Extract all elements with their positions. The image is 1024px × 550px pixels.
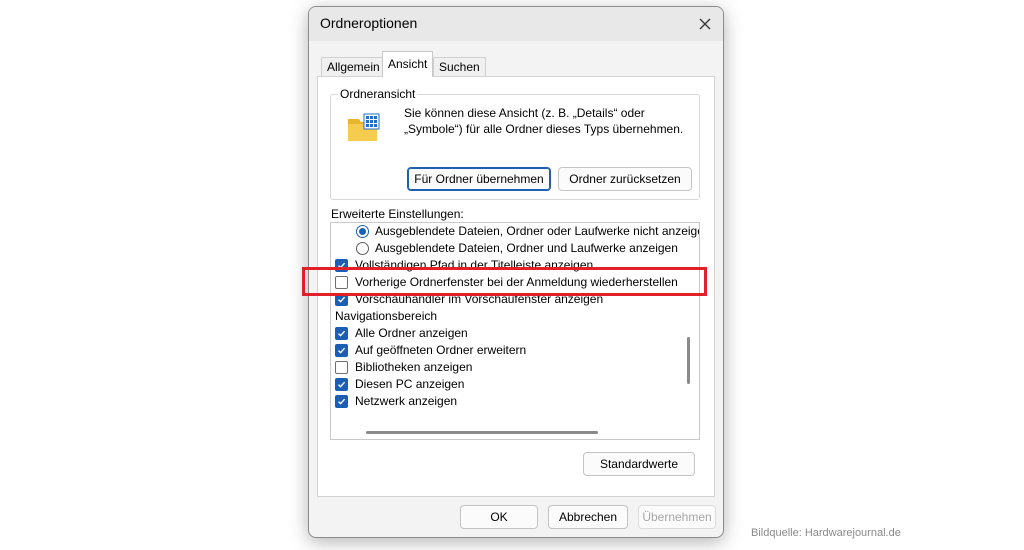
checkbox-unchecked[interactable] [335,276,348,289]
checkmark-icon [338,347,346,354]
checkbox-unchecked[interactable] [335,361,348,374]
item-label: Vorherige Ordnerfenster bei der Anmeldun… [355,275,678,289]
tab-allgemein[interactable]: Allgemein [321,57,386,77]
ok-button[interactable]: OK [460,505,538,529]
checkbox-checked[interactable] [335,395,348,408]
item-label: Alle Ordner anzeigen [355,326,468,340]
item-label: Ausgeblendete Dateien, Ordner und Laufwe… [375,241,678,255]
item-label: Bibliotheken anzeigen [355,360,473,374]
ansicht-panel: Ordneransicht Sie können diese Ansicht (… [317,76,715,497]
checkmark-icon [338,398,346,405]
close-icon [699,18,711,30]
item-label: Navigationsbereich [335,309,438,323]
checkmark-icon [338,296,346,303]
horizontal-scrollbar-thumb[interactable] [366,431,598,434]
checkmark-icon [338,381,346,388]
reset-folders-button[interactable]: Ordner zurücksetzen [558,167,692,191]
tab-ansicht[interactable]: Ansicht [382,51,434,77]
vertical-scrollbar-thumb[interactable] [687,337,690,384]
close-button[interactable] [691,10,719,38]
checkbox-checked[interactable] [335,259,348,272]
apply-to-folders-button[interactable]: Für Ordner übernehmen [407,167,551,191]
advanced-settings-label: Erweiterte Einstellungen: [331,207,464,221]
item-label: Vorschauhandler im Vorschaufenster anzei… [355,292,604,306]
item-label: Diesen PC anzeigen [355,377,465,391]
radio-button[interactable] [356,225,369,238]
cancel-button[interactable]: Abbrechen [548,505,628,529]
checkbox-checked[interactable] [335,293,348,306]
folder-view-group: Ordneransicht Sie können diese Ansicht (… [330,87,700,200]
apply-button[interactable]: Übernehmen [638,505,716,529]
item-label: Ausgeblendete Dateien, Ordner oder Laufw… [375,224,700,238]
checkbox-checked[interactable] [335,378,348,391]
restore-defaults-button[interactable]: Standardwerte [583,452,695,476]
item-label: Netzwerk anzeigen [355,394,458,408]
checkbox-checked[interactable] [335,327,348,340]
dialog-title: Ordneroptionen [320,15,418,31]
folder-view-legend: Ordneransicht [338,87,418,101]
advanced-settings-list[interactable]: Ausgeblendete Dateien, Ordner oder Laufw… [330,222,700,440]
radio-button[interactable] [356,242,369,255]
image-credit: Bildquelle: Hardwarejournal.de [751,527,901,539]
item-label: Vollständigen Pfad in der Titelleiste an… [355,258,594,272]
checkmark-icon [338,330,346,337]
folder-view-description: Sie können diese Ansicht (z. B. „Details… [404,106,684,136]
checkmark-icon [338,262,346,269]
checkbox-checked[interactable] [335,344,348,357]
item-label: Auf geöffneten Ordner erweitern [355,343,527,357]
folder-options-dialog: Ordneroptionen Allgemein Ansicht Suchen … [308,6,724,538]
folder-icon [348,113,380,141]
title-bar[interactable]: Ordneroptionen [309,7,723,41]
tab-suchen[interactable]: Suchen [433,57,486,77]
